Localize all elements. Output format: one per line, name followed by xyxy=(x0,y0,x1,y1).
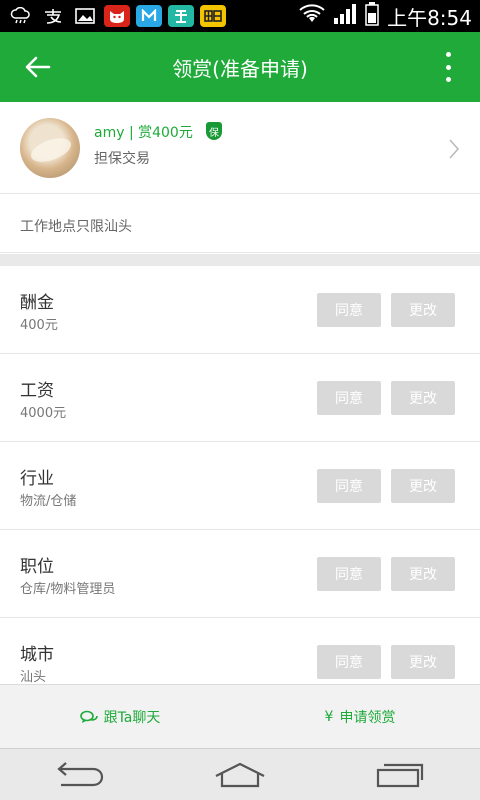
guarantee-shield-icon: 保 xyxy=(206,122,222,140)
apply-label: 申请领赏 xyxy=(339,709,396,726)
yen-icon: ¥ xyxy=(324,708,334,725)
nav-recents-button[interactable] xyxy=(370,757,430,793)
terms-list: 酬金 400元 同意 更改 工资 4000元 同意 更改 行业 物流/仓储 同意… xyxy=(0,266,480,684)
nav-home-button[interactable] xyxy=(210,757,270,793)
term-label: 工资 xyxy=(20,381,54,401)
status-bar-notifications xyxy=(0,5,226,27)
term-value: 物流/仓储 xyxy=(20,494,77,509)
section-divider xyxy=(0,254,480,266)
term-value: 汕头 xyxy=(20,670,47,684)
change-button[interactable]: 更改 xyxy=(391,469,455,503)
term-value: 4000元 xyxy=(20,406,67,421)
agree-button[interactable]: 同意 xyxy=(317,645,381,679)
publisher-name-reward: amy | 赏400元 xyxy=(94,125,193,141)
back-button[interactable] xyxy=(20,49,56,85)
agree-button[interactable]: 同意 xyxy=(317,557,381,591)
avatar[interactable] xyxy=(20,118,80,178)
apply-reward-button[interactable]: ¥ 申请领赏 xyxy=(240,685,480,748)
change-button[interactable]: 更改 xyxy=(391,293,455,327)
app-bar: 领赏(准备申请) xyxy=(0,32,480,102)
recent-apps-icon xyxy=(376,763,424,787)
alipay-icon xyxy=(40,5,66,27)
chevron-right-icon xyxy=(449,139,460,159)
back-arrow-icon xyxy=(57,761,104,786)
list-item: 城市 汕头 同意 更改 xyxy=(0,618,480,684)
meitu-icon xyxy=(136,5,162,27)
chat-bubble-icon xyxy=(79,710,98,723)
term-value: 仓库/物料管理员 xyxy=(20,582,116,597)
home-icon xyxy=(215,762,265,787)
agree-button[interactable]: 同意 xyxy=(317,469,381,503)
meituan-icon xyxy=(168,5,194,27)
status-time: 上午8:54 xyxy=(387,5,472,30)
agree-button[interactable]: 同意 xyxy=(317,381,381,415)
agree-button[interactable]: 同意 xyxy=(317,293,381,327)
page-title: 领赏(准备申请) xyxy=(172,56,308,81)
more-options-button[interactable] xyxy=(434,52,462,82)
system-nav-bar xyxy=(0,748,480,800)
tmall-icon xyxy=(104,5,130,27)
cloud-weather-icon xyxy=(8,5,34,27)
list-item: 工资 4000元 同意 更改 xyxy=(0,354,480,442)
nav-back-button[interactable] xyxy=(50,757,110,793)
term-label: 职位 xyxy=(20,557,54,577)
chat-label: 跟Ta聊天 xyxy=(103,709,161,726)
term-label: 城市 xyxy=(20,645,54,665)
list-item: 职位 仓库/物料管理员 同意 更改 xyxy=(0,530,480,618)
gallery-icon xyxy=(72,5,98,27)
status-bar: 上午8:54 xyxy=(0,0,480,32)
wifi-icon xyxy=(299,4,325,28)
work-location-note: 工作地点只限汕头 xyxy=(0,195,480,253)
term-label: 行业 xyxy=(20,469,54,489)
term-value: 400元 xyxy=(20,318,58,333)
list-item: 酬金 400元 同意 更改 xyxy=(0,266,480,354)
change-button[interactable]: 更改 xyxy=(391,645,455,679)
change-button[interactable]: 更改 xyxy=(391,557,455,591)
tiantian-icon xyxy=(200,5,226,27)
list-item: 行业 物流/仓储 同意 更改 xyxy=(0,442,480,530)
publisher-card[interactable]: amy | 赏400元 保 担保交易 xyxy=(0,102,480,194)
transaction-type: 担保交易 xyxy=(94,151,150,167)
note-text: 工作地点只限汕头 xyxy=(20,219,132,235)
signal-icon xyxy=(333,3,357,29)
arrow-left-icon xyxy=(25,56,51,78)
chat-button[interactable]: 跟Ta聊天 xyxy=(0,685,240,748)
battery-icon xyxy=(365,2,379,30)
bottom-action-bar: 跟Ta聊天 ¥ 申请领赏 xyxy=(0,684,480,748)
term-label: 酬金 xyxy=(20,293,54,313)
change-button[interactable]: 更改 xyxy=(391,381,455,415)
